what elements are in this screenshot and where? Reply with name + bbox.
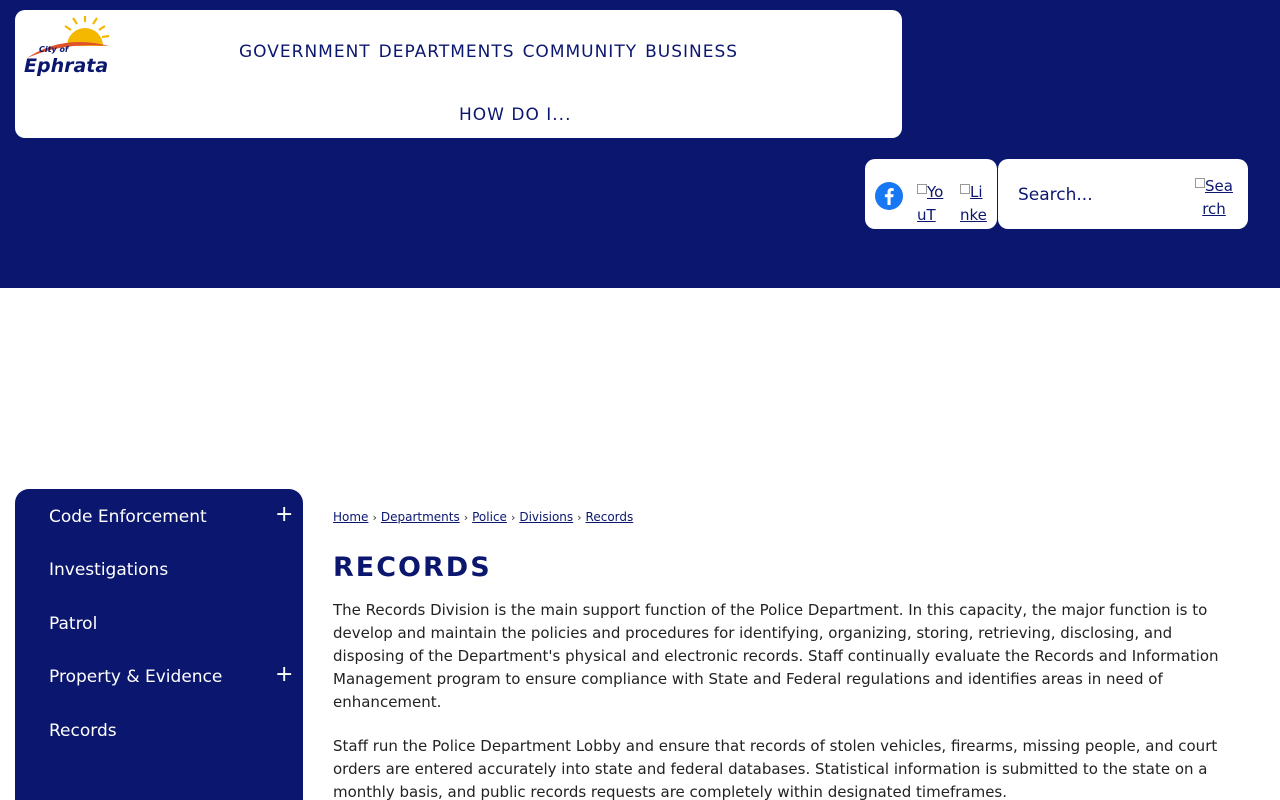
expand-code-enforcement-icon[interactable]: +: [275, 504, 293, 526]
breadcrumb-separator: ›: [577, 510, 582, 524]
body-paragraph: Staff run the Police Department Lobby an…: [333, 737, 1218, 800]
nav-departments[interactable]: DEPARTMENTS: [379, 42, 515, 62]
page-title: RECORDS: [333, 552, 492, 583]
breadcrumb-separator: ›: [372, 510, 377, 524]
city-logo[interactable]: City of Ephrata: [23, 16, 113, 78]
breadcrumb-home[interactable]: Home: [333, 510, 368, 524]
search-input[interactable]: [1018, 181, 1178, 209]
breadcrumb: Home › Departments › Police › Divisions …: [333, 510, 1233, 524]
site-header: City of Ephrata GOVERNMENT DEPARTMENTS C…: [0, 0, 1280, 288]
broken-image-icon: [1195, 178, 1206, 188]
search-button[interactable]: Search: [1192, 175, 1236, 221]
nav-community[interactable]: COMMUNITY: [523, 42, 638, 62]
sun-logo-icon: City of Ephrata: [24, 16, 110, 77]
nav-card: City of Ephrata GOVERNMENT DEPARTMENTS C…: [15, 10, 902, 138]
sidebar-nav: Code Enforcement + Investigations Patrol…: [15, 489, 303, 800]
sidebar-item-property-evidence[interactable]: Property & Evidence: [49, 667, 222, 687]
nav-government[interactable]: GOVERNMENT: [239, 42, 371, 62]
expand-property-evidence-icon[interactable]: +: [275, 664, 293, 686]
logo-small-text: City of: [39, 45, 70, 54]
sidebar-item-code-enforcement[interactable]: Code Enforcement: [49, 507, 207, 527]
breadcrumb-divisions[interactable]: Divisions: [519, 510, 573, 524]
breadcrumb-records[interactable]: Records: [586, 510, 634, 524]
logo-name: Ephrata: [24, 55, 108, 77]
broken-image-icon: [917, 184, 927, 194]
breadcrumb-police[interactable]: Police: [472, 510, 507, 524]
sidebar-item-patrol[interactable]: Patrol: [49, 614, 97, 634]
nav-business[interactable]: BUSINESS: [645, 42, 738, 62]
main-nav: GOVERNMENT DEPARTMENTS COMMUNITY BUSINES…: [239, 42, 738, 62]
breadcrumb-departments[interactable]: Departments: [381, 510, 460, 524]
nav-how-do-i[interactable]: HOW DO I...: [459, 105, 571, 125]
search-button-alt: Search: [1202, 177, 1233, 218]
main-content: Home › Departments › Police › Divisions …: [333, 510, 1233, 800]
main-nav-row2: HOW DO I...: [459, 105, 571, 125]
search-box: Search: [998, 159, 1248, 229]
breadcrumb-separator: ›: [510, 510, 516, 524]
sidebar-item-investigations[interactable]: Investigations: [49, 560, 168, 580]
social-links: YouT Linke: [865, 159, 997, 229]
linkedin-link[interactable]: Linke: [960, 181, 990, 227]
sidebar-item-records[interactable]: Records: [49, 721, 117, 741]
breadcrumb-separator: ›: [463, 510, 469, 524]
facebook-icon[interactable]: [874, 181, 904, 211]
broken-image-icon: [960, 184, 970, 194]
body-paragraph: The Records Division is the main support…: [333, 601, 1219, 711]
youtube-link[interactable]: YouT: [917, 181, 947, 227]
